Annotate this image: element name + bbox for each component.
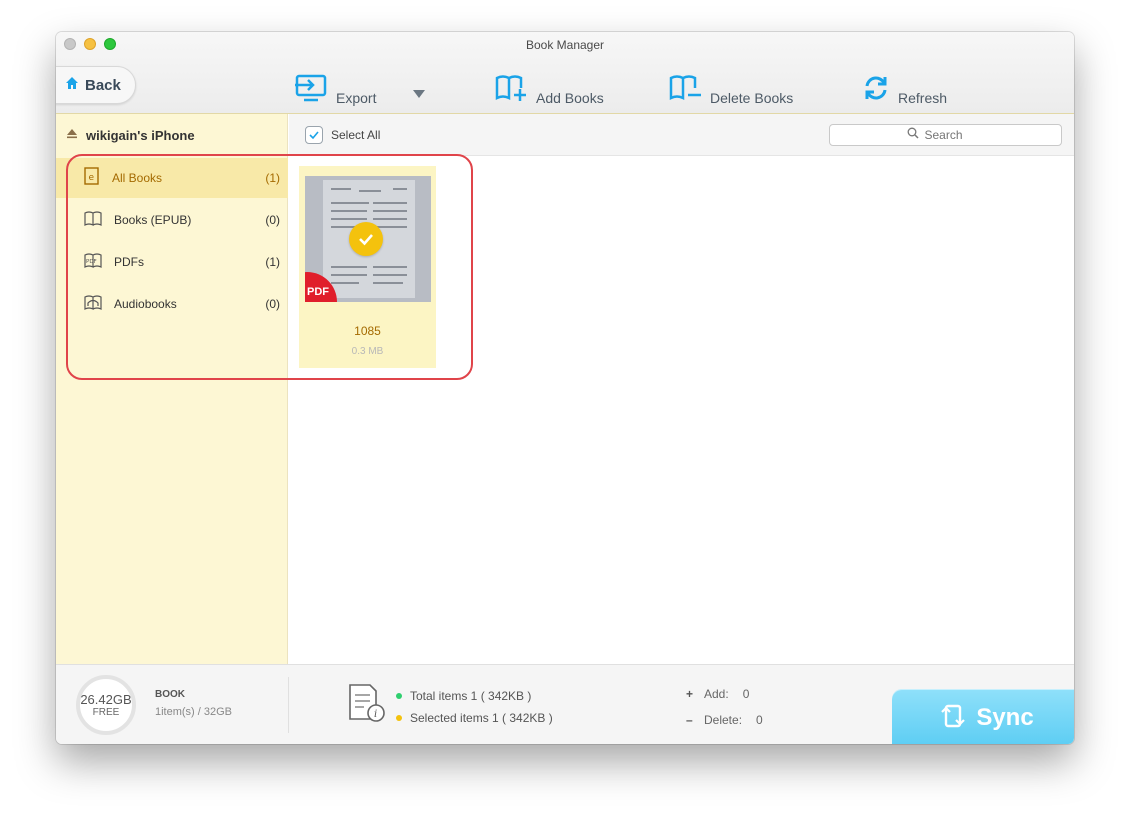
storage-info: BOOK 1item(s) / 32GB bbox=[155, 689, 232, 718]
select-all-label: Select All bbox=[331, 128, 381, 142]
search-icon bbox=[907, 126, 919, 144]
book-size: 0.3 MB bbox=[351, 346, 384, 357]
minus-icon: – bbox=[686, 713, 693, 727]
free-space-value: 26.42GB bbox=[80, 692, 132, 707]
sync-label: Sync bbox=[976, 704, 1034, 731]
sync-button[interactable]: Sync bbox=[892, 689, 1074, 744]
selected-items-status: Selected items 1 ( 342KB ) bbox=[396, 711, 553, 725]
sidebar-item-all-books[interactable]: e All Books (1) bbox=[56, 158, 288, 198]
back-button[interactable]: Back bbox=[56, 66, 136, 104]
add-books-button[interactable]: Add Books bbox=[494, 74, 604, 107]
sidebar-item-audiobooks[interactable]: Audiobooks (0) bbox=[56, 284, 288, 324]
refresh-icon bbox=[862, 74, 890, 107]
sidebar-item-label: Books (EPUB) bbox=[114, 213, 192, 227]
all-books-icon: e bbox=[84, 166, 100, 190]
home-icon bbox=[65, 76, 79, 95]
green-dot-icon bbox=[396, 693, 402, 699]
sync-icon bbox=[940, 703, 966, 734]
pdf-badge-label: PDF bbox=[307, 286, 329, 298]
sidebar-item-count: (1) bbox=[265, 255, 280, 269]
svg-text:PDF: PDF bbox=[86, 259, 97, 265]
delete-books-label: Delete Books bbox=[710, 90, 794, 106]
add-label: Add: bbox=[704, 687, 729, 701]
add-books-label: Add Books bbox=[536, 90, 604, 106]
footer-divider bbox=[288, 677, 289, 733]
export-label: Export bbox=[336, 90, 377, 106]
book-cover: PDF bbox=[305, 176, 431, 302]
device-name: wikigain's iPhone bbox=[86, 127, 195, 143]
window-title: Book Manager bbox=[525, 38, 605, 52]
search-input[interactable] bbox=[924, 128, 985, 142]
search-field[interactable] bbox=[829, 124, 1062, 146]
plus-icon: + bbox=[686, 687, 694, 701]
back-label: Back bbox=[85, 76, 121, 94]
sidebar-item-label: All Books bbox=[112, 171, 163, 185]
total-items-status: Total items 1 ( 342KB ) bbox=[396, 689, 531, 703]
triangle-down-icon bbox=[412, 86, 426, 104]
delete-label: Delete: bbox=[704, 713, 743, 727]
delete-count: – Delete: 0 bbox=[686, 713, 763, 727]
headphones-icon bbox=[84, 294, 102, 315]
content-area: Select All Search PDF 1085 0.3 MB bbox=[289, 114, 1074, 664]
content-toolbar: Select All bbox=[289, 114, 1074, 156]
sidebar-item-pdfs[interactable]: PDF PDFs (1) bbox=[56, 242, 288, 282]
status-footer: 26.42GB FREE BOOK 1item(s) / 32GB i Tota… bbox=[56, 664, 1074, 744]
delete-value: 0 bbox=[756, 713, 763, 727]
sidebar: wikigain's iPhone e All Books (1) Books … bbox=[56, 114, 288, 664]
sidebar-item-count: (1) bbox=[265, 171, 280, 185]
svg-text:i: i bbox=[374, 709, 377, 720]
export-icon bbox=[294, 74, 328, 107]
sidebar-item-count: (0) bbox=[265, 213, 280, 227]
refresh-button[interactable]: Refresh bbox=[862, 74, 947, 107]
eject-icon[interactable] bbox=[66, 126, 78, 144]
delete-book-icon bbox=[668, 74, 702, 107]
selected-check-icon bbox=[349, 222, 383, 256]
selected-items-text: Selected items 1 ( 342KB ) bbox=[410, 711, 553, 725]
document-info-icon: i bbox=[346, 683, 386, 728]
pdf-icon: PDF bbox=[84, 252, 102, 273]
book-title: 1085 bbox=[354, 324, 381, 338]
yellow-dot-icon bbox=[396, 715, 402, 721]
device-header[interactable]: wikigain's iPhone bbox=[66, 126, 195, 144]
book-item[interactable]: PDF 1085 0.3 MB bbox=[299, 166, 436, 368]
add-value: 0 bbox=[742, 687, 750, 701]
sidebar-item-books-epub[interactable]: Books (EPUB) (0) bbox=[56, 200, 288, 240]
add-book-icon bbox=[494, 74, 528, 107]
add-count: + Add: 0 bbox=[686, 687, 749, 701]
checkbox-checked-icon bbox=[305, 126, 323, 144]
refresh-label: Refresh bbox=[898, 90, 948, 106]
total-items-text: Total items 1 ( 342KB ) bbox=[410, 689, 532, 703]
book-open-icon bbox=[84, 210, 102, 231]
delete-books-button[interactable]: Delete Books bbox=[668, 74, 793, 107]
select-all-checkbox[interactable]: Select All bbox=[305, 126, 380, 144]
storage-summary: 1item(s) / 32GB bbox=[155, 706, 233, 718]
storage-type: BOOK bbox=[155, 689, 185, 700]
sidebar-item-label: Audiobooks bbox=[114, 297, 177, 311]
app-window: Book Manager Back Export Add Books Delet… bbox=[56, 32, 1074, 744]
svg-text:e: e bbox=[89, 173, 95, 183]
title-bar: Book Manager Back Export Add Books Delet… bbox=[56, 32, 1074, 114]
free-space-label: FREE bbox=[92, 707, 120, 718]
export-dropdown-button[interactable] bbox=[412, 86, 426, 104]
sidebar-item-label: PDFs bbox=[114, 255, 144, 269]
storage-gauge: 26.42GB FREE bbox=[76, 675, 136, 735]
sidebar-item-count: (0) bbox=[265, 297, 280, 311]
export-button[interactable]: Export bbox=[294, 74, 376, 107]
